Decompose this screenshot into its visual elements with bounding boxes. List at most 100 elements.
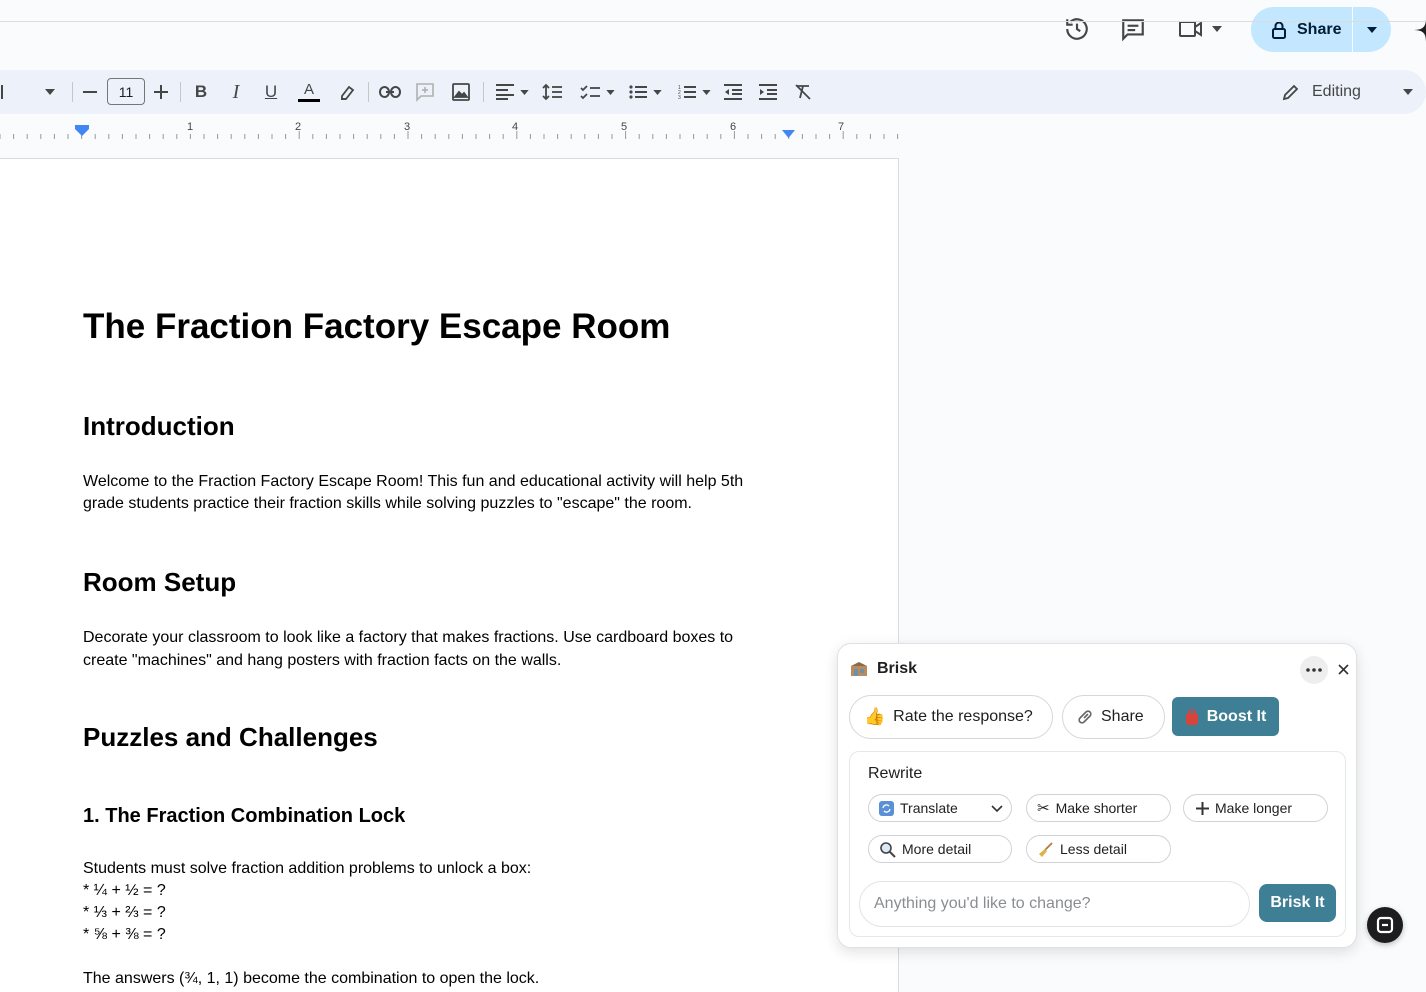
brisk-it-button[interactable]: Brisk It (1259, 884, 1336, 922)
ruler-mark: 6 (730, 121, 737, 133)
increase-indent-icon[interactable] (757, 80, 779, 104)
brisk-title: Brisk (877, 660, 918, 677)
brisk-panel: Brisk 👍 Rate the response? Share Boost I… (837, 643, 1357, 948)
thumbs-up-icon: 👍 (864, 707, 886, 726)
text-color-button[interactable]: A (296, 80, 322, 104)
problem-item: * ⅝ + ⅜ = ? (83, 926, 166, 943)
ruler-mark: 1 (187, 121, 194, 133)
heading-introduction: Introduction (83, 411, 235, 441)
editing-mode-button[interactable]: Editing (1282, 80, 1413, 104)
boost-it-label: Boost It (1206, 707, 1267, 725)
ruler-baseline (0, 21, 1426, 22)
brisk-launcher-icon[interactable] (1367, 907, 1403, 943)
clear-formatting-icon[interactable] (792, 80, 814, 104)
chevron-down-icon (1367, 26, 1377, 33)
close-icon[interactable] (1332, 658, 1354, 680)
link-icon (1078, 710, 1092, 724)
decrease-font-size-icon[interactable] (80, 80, 100, 104)
increase-font-size-icon[interactable] (151, 80, 171, 104)
share-dropdown-button[interactable] (1353, 26, 1391, 33)
underline-button[interactable]: U (261, 80, 281, 104)
brisk-share-label: Share (1101, 708, 1144, 725)
less-detail-label: Less detail (1060, 841, 1127, 857)
font-dropdown-chevron-icon[interactable] (42, 80, 58, 104)
editing-mode-label: Editing (1312, 83, 1361, 100)
more-detail-button[interactable]: More detail (868, 835, 1012, 863)
bulleted-list-icon (628, 85, 647, 99)
backpack-icon (1185, 708, 1198, 725)
ruler-mark: 7 (838, 121, 845, 133)
brisk-header: Brisk (850, 660, 917, 678)
brisk-logo-icon (851, 662, 867, 676)
align-left-icon (495, 84, 514, 100)
checklist-button[interactable] (578, 80, 616, 104)
font-size-input[interactable]: 11 (107, 78, 145, 105)
ruler-ticks (0, 125, 899, 139)
toolbar-divider (483, 82, 484, 102)
document-title: The Fraction Factory Escape Room (83, 307, 671, 346)
toolbar-divider (180, 82, 181, 102)
text-color-swatch (298, 99, 320, 102)
answers-line: The answers (¾, 1, 1) become the combina… (83, 970, 540, 987)
rewrite-heading: Rewrite (868, 765, 923, 782)
line-spacing-icon[interactable] (541, 80, 563, 104)
translate-icon (879, 800, 894, 816)
lock-intro: Students must solve fraction addition pr… (83, 860, 532, 877)
change-request-input[interactable] (859, 881, 1250, 927)
left-indent-marker[interactable] (75, 125, 89, 136)
magnifier-icon (880, 841, 896, 858)
make-longer-label: Make longer (1215, 800, 1293, 816)
heading-room-setup: Room Setup (83, 567, 237, 597)
align-button[interactable] (493, 80, 531, 104)
problem-item: * ⅓ + ⅔ = ? (83, 904, 166, 921)
app-header: Share (0, 0, 1426, 62)
translate-select[interactable]: Translate (868, 794, 1012, 822)
chevron-down-icon (701, 89, 711, 95)
share-button[interactable]: Share (1251, 7, 1391, 52)
bulleted-list-button[interactable] (626, 80, 664, 104)
numbered-list-icon: 123 (678, 85, 696, 100)
rate-response-button[interactable]: 👍 Rate the response? (849, 695, 1053, 739)
add-comment-icon[interactable] (414, 80, 436, 104)
less-detail-button[interactable]: Less detail (1026, 835, 1171, 863)
italic-button[interactable]: I (226, 80, 246, 104)
setup-line-2: create "machines" and hang posters with … (83, 652, 562, 669)
chevron-down-icon (1402, 89, 1413, 95)
horizontal-ruler[interactable]: 1 2 3 4 5 6 7 (0, 118, 900, 140)
insert-image-icon[interactable] (450, 80, 472, 104)
lock-icon (1272, 21, 1286, 39)
numbered-list-button[interactable]: 123 (675, 80, 713, 104)
intro-line-1: Welcome to the Fraction Factory Escape R… (83, 473, 744, 490)
toolbar-divider (368, 82, 369, 102)
ruler-mark: 5 (621, 121, 628, 133)
setup-line-1: Decorate your classroom to look like a f… (83, 629, 734, 646)
broom-icon (1039, 841, 1053, 857)
right-indent-marker[interactable] (782, 130, 795, 138)
make-longer-button[interactable]: Make longer (1183, 794, 1328, 822)
comments-icon[interactable] (1118, 14, 1148, 44)
heading-combination-lock: 1. The Fraction Combination Lock (83, 805, 406, 827)
ruler-mark: 3 (404, 121, 411, 133)
chevron-down-icon (605, 89, 615, 95)
ruler-mark: 4 (512, 121, 519, 133)
share-button-main[interactable]: Share (1251, 7, 1353, 52)
boost-it-button[interactable]: Boost It (1172, 697, 1279, 736)
make-shorter-button[interactable]: ✂ Make shorter (1026, 794, 1171, 822)
brisk-share-button[interactable]: Share (1062, 695, 1165, 739)
meet-icon[interactable] (1178, 14, 1230, 44)
more-detail-label: More detail (902, 841, 972, 857)
decrease-indent-icon[interactable] (722, 80, 744, 104)
history-icon[interactable] (1062, 14, 1092, 44)
make-shorter-label: Make shorter (1055, 800, 1138, 816)
document-page[interactable]: The Fraction Factory Escape Room Introdu… (0, 158, 899, 992)
highlight-icon[interactable] (336, 80, 358, 104)
link-icon[interactable] (378, 80, 402, 104)
scissors-icon: ✂ (1037, 800, 1050, 817)
chevron-down-icon (1212, 26, 1222, 32)
font-dropdown-edge[interactable] (1, 85, 3, 99)
toolbar-divider (72, 82, 73, 102)
more-options-icon[interactable] (1300, 656, 1328, 684)
ruler-mark: 2 (295, 121, 302, 133)
bold-button[interactable]: B (191, 80, 211, 104)
pencil-icon (1282, 84, 1299, 101)
